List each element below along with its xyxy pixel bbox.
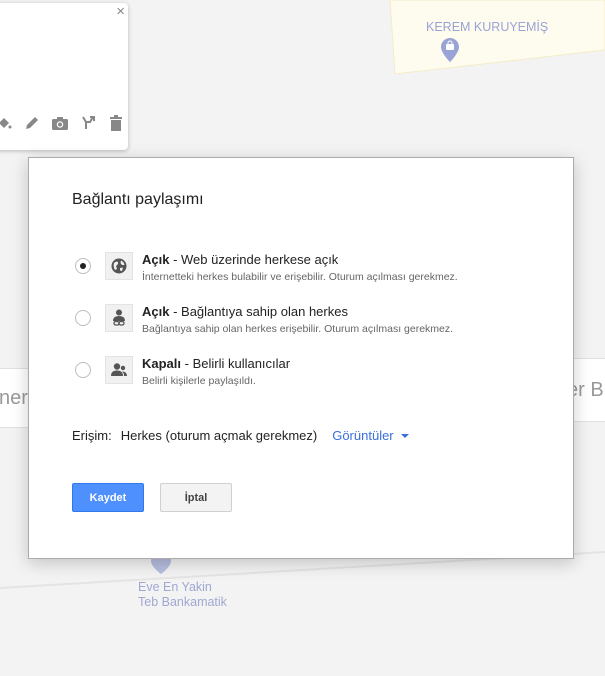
popup-toolbar [0,113,126,133]
option-public-text: Açık - Web üzerinde herkese açık İnterne… [142,252,458,283]
option-private-subtext: Belirli kişilerle paylaşıldı. [142,375,256,387]
poi-label-kerem[interactable]: KEREM KURUYEMİŞ [426,20,548,34]
option-private-label: Kapalı - Belirli kullanıcılar [142,356,290,371]
poi-label-bank-line2: Teb Bankamatik [138,595,227,609]
option-private-desc: - Belirli kullanıcılar [181,356,291,371]
radio-public[interactable] [75,258,91,274]
option-link-title: Açık [142,304,170,319]
option-link-subtext: Bağlantıya sahip olan herkes erişebilir.… [142,323,454,335]
feature-popup: × [0,3,128,150]
radio-private[interactable] [75,362,91,378]
radio-anyone-with-link[interactable] [75,310,91,326]
option-link-desc: - Bağlantıya sahip olan herkes [169,304,348,319]
permission-dropdown[interactable]: Görüntüler [332,428,409,443]
dialog-title: Bağlantı paylaşımı [72,191,204,208]
access-row: Erişim: Herkes (oturum açmak gerekmez) G… [72,428,409,443]
permission-dropdown-label: Görüntüler [332,428,394,443]
cancel-button[interactable]: İptal [160,483,232,512]
camera-icon[interactable] [50,113,70,133]
branch-icon[interactable] [78,113,98,133]
poi-shop-pin-icon[interactable] [441,38,459,62]
option-public-desc: - Web üzerinde herkese açık [169,252,339,267]
access-value: Herkes (oturum açmak gerekmez) [120,428,318,443]
option-public-subtext: İnternetteki herkes bulabilir ve erişebi… [142,271,458,283]
people-icon [105,356,133,384]
popup-close-button[interactable]: × [116,3,125,20]
trash-icon[interactable] [106,113,126,133]
option-public-label: Açık - Web üzerinde herkese açık [142,252,458,267]
option-private-text: Kapalı - Belirli kullanıcılar Belirli ki… [142,356,290,387]
globe-icon [105,252,133,280]
poi-label-bank-line1: Eve En Yakin [138,580,212,594]
option-link-text: Açık - Bağlantıya sahip olan herkes Bağl… [142,304,453,335]
poi-label-bank[interactable]: Eve En Yakin Teb Bankamatik [138,580,227,610]
option-link-label: Açık - Bağlantıya sahip olan herkes [142,304,453,319]
link-sharing-dialog: Bağlantı paylaşımı Açık - Web üzerinde h… [28,157,574,559]
paint-bucket-icon[interactable] [0,113,14,133]
person-link-icon [105,304,133,332]
sharing-option-private[interactable]: Kapalı - Belirli kullanıcılar Belirli ki… [75,355,545,395]
sharing-option-anyone-with-link[interactable]: Açık - Bağlantıya sahip olan herkes Bağl… [75,303,545,343]
access-label: Erişim: [72,428,112,443]
save-button[interactable]: Kaydet [72,483,144,512]
option-public-title: Açık [142,252,170,267]
sharing-option-public[interactable]: Açık - Web üzerinde herkese açık İnterne… [75,251,545,291]
pencil-icon[interactable] [22,113,42,133]
option-private-title: Kapalı [142,356,182,371]
chevron-down-icon [400,433,409,438]
